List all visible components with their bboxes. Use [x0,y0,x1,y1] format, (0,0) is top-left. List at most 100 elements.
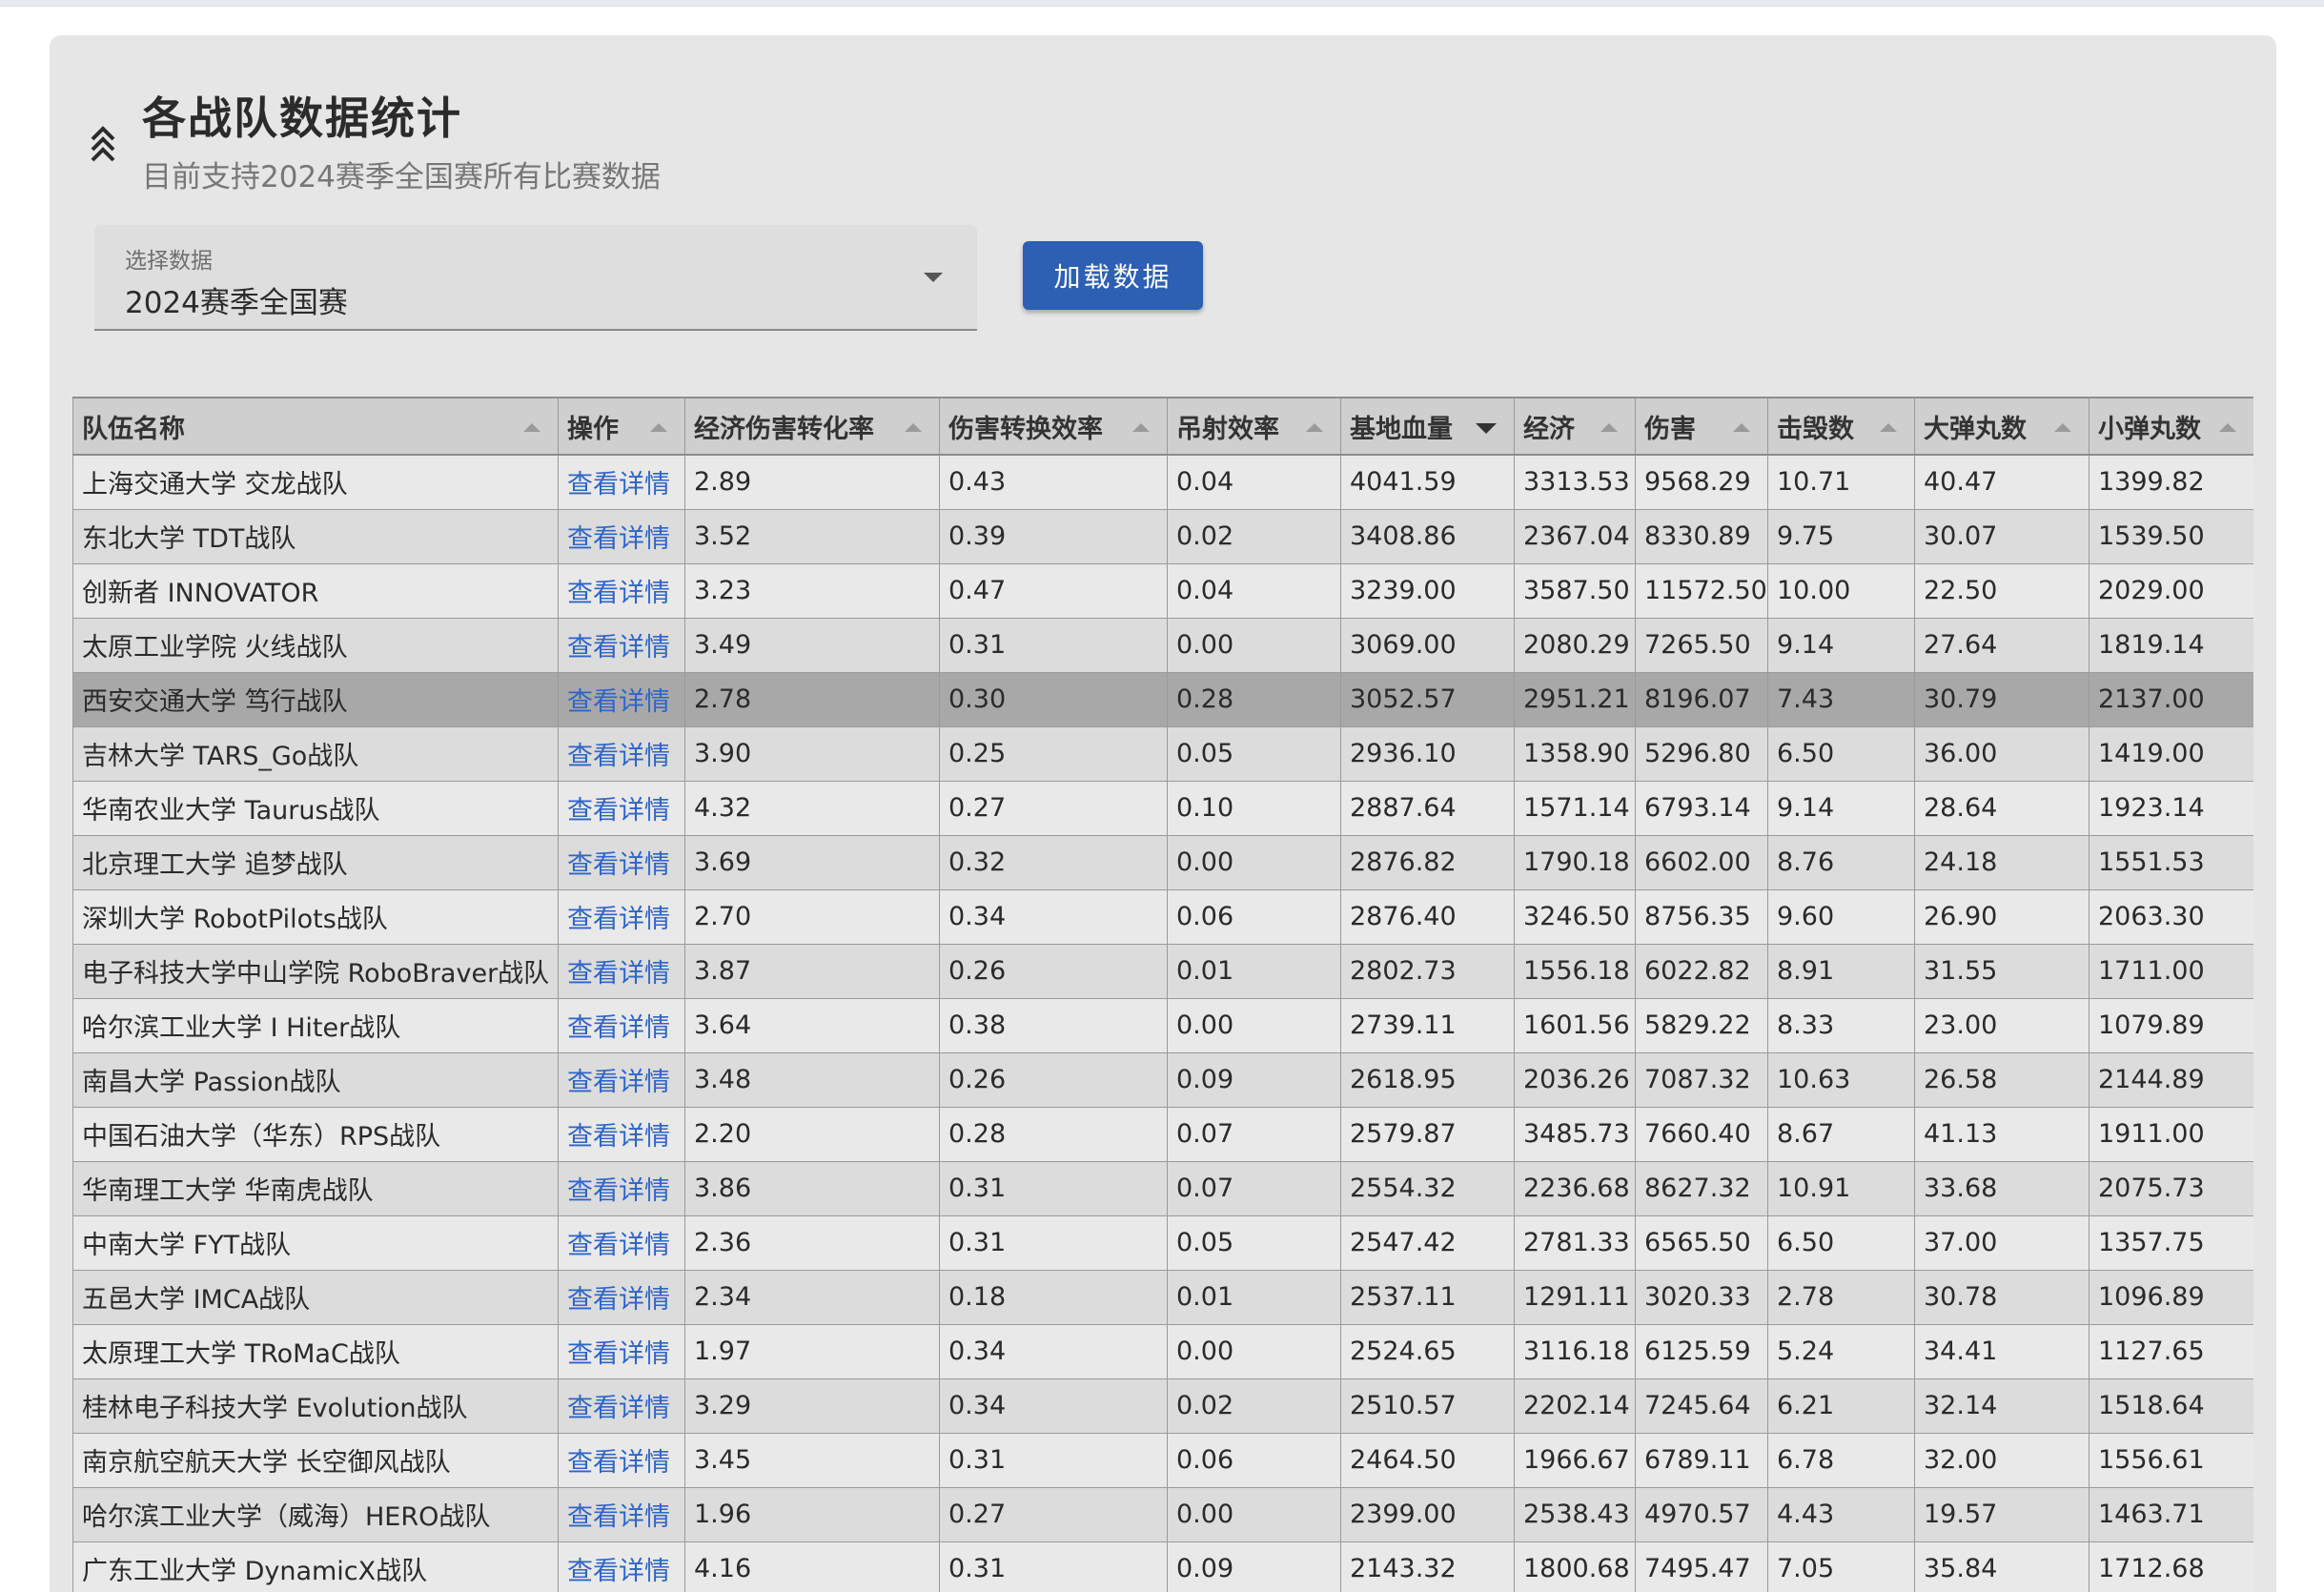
view-details-link[interactable]: 查看详情 [558,508,685,564]
table-cell: 6125.59 [1635,1323,1768,1379]
table-row[interactable]: 南京航空航天大学 长空御风战队 查看详情 3.45 0.31 0.06 2464.50 19… [72,1432,2253,1488]
sort-arrow-icon[interactable] [650,423,667,432]
table-cell: 4041.59 [1340,454,1515,510]
sort-arrow-icon[interactable] [2054,423,2071,432]
view-details-link[interactable]: 查看详情 [558,834,685,890]
column-header[interactable]: 基地血量 [1340,397,1515,456]
view-details-link[interactable]: 查看详情 [558,617,685,673]
table-row[interactable]: 电子科技大学中山学院 RoboBraver战队 查看详情 3.87 0.26 0.01 2… [72,943,2253,999]
column-header[interactable]: 经济伤害转化率 [684,397,940,456]
table-cell: 6.78 [1767,1432,1915,1488]
table-row[interactable]: 华南理工大学 华南虎战队 查看详情 3.86 0.31 0.07 2554.32 2236.… [72,1160,2253,1216]
table-cell: 2464.50 [1340,1432,1515,1488]
table-cell: 8196.07 [1635,671,1768,727]
table-row[interactable]: 哈尔滨工业大学 I Hiter战队 查看详情 3.64 0.38 0.00 2739.11… [72,997,2253,1053]
table-cell: 6789.11 [1635,1432,1768,1488]
table-cell: 35.84 [1914,1541,2090,1592]
table-row[interactable]: 深圳大学 RobotPilots战队 查看详情 2.70 0.34 0.06 2876.4… [72,888,2253,945]
table-cell: 26.58 [1914,1051,2090,1108]
table-row[interactable]: 南昌大学 Passion战队 查看详情 3.48 0.26 0.09 2618.95 203… [72,1051,2253,1108]
column-header[interactable]: 大弹丸数 [1914,397,2090,456]
table-cell: 3.69 [684,834,940,890]
team-name-cell: 南昌大学 Passion战队 [72,1051,559,1108]
table-row[interactable]: 五邑大学 IMCA战队 查看详情 2.34 0.18 0.01 2537.11 1291.1… [72,1269,2253,1325]
view-details-link[interactable]: 查看详情 [558,943,685,999]
table-cell: 7245.64 [1635,1378,1768,1434]
table-cell: 22.50 [1914,562,2090,619]
column-header[interactable]: 操作 [558,397,685,456]
table-cell: 0.05 [1167,1214,1341,1271]
table-row[interactable]: 太原理工大学 TRoMaC战队 查看详情 1.97 0.34 0.00 2524.65 31… [72,1323,2253,1379]
column-header[interactable]: 小弹丸数 [2089,397,2253,456]
table-row[interactable]: 西安交通大学 笃行战队 查看详情 2.78 0.30 0.28 3052.57 2951.2… [72,671,2253,727]
column-header[interactable]: 伤害 [1635,397,1768,456]
table-row[interactable]: 吉林大学 TARS_Go战队 查看详情 3.90 0.25 0.05 2936.10 135… [72,725,2253,782]
table-cell: 4.43 [1767,1486,1915,1542]
stats-table: 队伍名称 操作 经济伤害转化率 伤害转换效率 吊射效率 基地血量 经济 伤害 击毁数 大弹丸数 小弹… [72,397,2253,1592]
table-cell: 0.06 [1167,888,1341,945]
table-cell: 0.25 [939,725,1168,782]
table-cell: 2075.73 [2089,1160,2253,1216]
view-details-link[interactable]: 查看详情 [558,1051,685,1108]
table-row[interactable]: 中国石油大学（华东）RPS战队 查看详情 2.20 0.28 0.07 2579.87 34… [72,1106,2253,1162]
column-header[interactable]: 伤害转换效率 [939,397,1168,456]
table-row[interactable]: 北京理工大学 追梦战队 查看详情 3.69 0.32 0.00 2876.82 1790.1… [72,834,2253,890]
table-cell: 0.00 [1167,1486,1341,1542]
view-details-link[interactable]: 查看详情 [558,997,685,1053]
view-details-link[interactable]: 查看详情 [558,1541,685,1592]
sort-arrow-icon[interactable] [523,423,540,432]
sort-arrow-icon[interactable] [1306,423,1323,432]
sort-desc-icon[interactable] [1476,423,1497,434]
load-data-button[interactable]: 加载数据 [1023,241,1203,310]
view-details-link[interactable]: 查看详情 [558,1269,685,1325]
table-cell: 2202.14 [1514,1378,1636,1434]
column-header[interactable]: 击毁数 [1767,397,1915,456]
table-cell: 3069.00 [1340,617,1515,673]
view-details-link[interactable]: 查看详情 [558,671,685,727]
column-header[interactable]: 队伍名称 [72,397,559,456]
view-details-link[interactable]: 查看详情 [558,454,685,510]
table-row[interactable]: 广东工业大学 DynamicX战队 查看详情 4.16 0.31 0.09 2143.32… [72,1541,2253,1592]
table-cell: 0.34 [939,1378,1168,1434]
caret-down-icon[interactable] [924,273,943,282]
sort-arrow-icon[interactable] [1733,423,1750,432]
double-chevron-up-icon[interactable] [89,122,117,166]
table-row[interactable]: 哈尔滨工业大学（威海）HERO战队 查看详情 1.96 0.27 0.00 2399.00… [72,1486,2253,1542]
table-row[interactable]: 东北大学 TDT战队 查看详情 3.52 0.39 0.02 3408.86 2367.04… [72,508,2253,564]
view-details-link[interactable]: 查看详情 [558,1160,685,1216]
table-cell: 9.14 [1767,617,1915,673]
table-cell: 0.34 [939,888,1168,945]
view-details-link[interactable]: 查看详情 [558,1432,685,1488]
view-details-link[interactable]: 查看详情 [558,780,685,836]
table-cell: 10.91 [1767,1160,1915,1216]
table-cell: 2739.11 [1340,997,1515,1053]
sort-arrow-icon[interactable] [1132,423,1150,432]
view-details-link[interactable]: 查看详情 [558,1378,685,1434]
view-details-link[interactable]: 查看详情 [558,1106,685,1162]
view-details-link[interactable]: 查看详情 [558,725,685,782]
table-row[interactable]: 桂林电子科技大学 Evolution战队 查看详情 3.29 0.34 0.02 2510… [72,1378,2253,1434]
table-row[interactable]: 创新者 INNOVATOR 查看详情 3.23 0.47 0.04 3239.00 3587… [72,562,2253,619]
sort-arrow-icon[interactable] [1600,423,1618,432]
table-cell: 2399.00 [1340,1486,1515,1542]
view-details-link[interactable]: 查看详情 [558,1214,685,1271]
column-header[interactable]: 经济 [1514,397,1636,456]
team-name-cell: 广东工业大学 DynamicX战队 [72,1541,559,1592]
table-row[interactable]: 太原工业学院 火线战队 查看详情 3.49 0.31 0.00 3069.00 2080.2… [72,617,2253,673]
view-details-link[interactable]: 查看详情 [558,888,685,945]
table-cell: 3.49 [684,617,940,673]
sort-arrow-icon[interactable] [905,423,922,432]
view-details-link[interactable]: 查看详情 [558,562,685,619]
data-select[interactable]: 选择数据 2024赛季全国赛 [94,225,977,331]
view-details-link[interactable]: 查看详情 [558,1323,685,1379]
table-row[interactable]: 华南农业大学 Taurus战队 查看详情 4.32 0.27 0.10 2887.64 15… [72,780,2253,836]
table-cell: 2.20 [684,1106,940,1162]
table-row[interactable]: 上海交通大学 交龙战队 查看详情 2.89 0.43 0.04 4041.59 3313.5… [72,454,2253,510]
table-cell: 1518.64 [2089,1378,2253,1434]
table-row[interactable]: 中南大学 FYT战队 查看详情 2.36 0.31 0.05 2547.42 2781.33… [72,1214,2253,1271]
column-header[interactable]: 吊射效率 [1167,397,1341,456]
team-name-cell: 中国石油大学（华东）RPS战队 [72,1106,559,1162]
sort-arrow-icon[interactable] [1880,423,1897,432]
sort-arrow-icon[interactable] [2219,423,2236,432]
view-details-link[interactable]: 查看详情 [558,1486,685,1542]
